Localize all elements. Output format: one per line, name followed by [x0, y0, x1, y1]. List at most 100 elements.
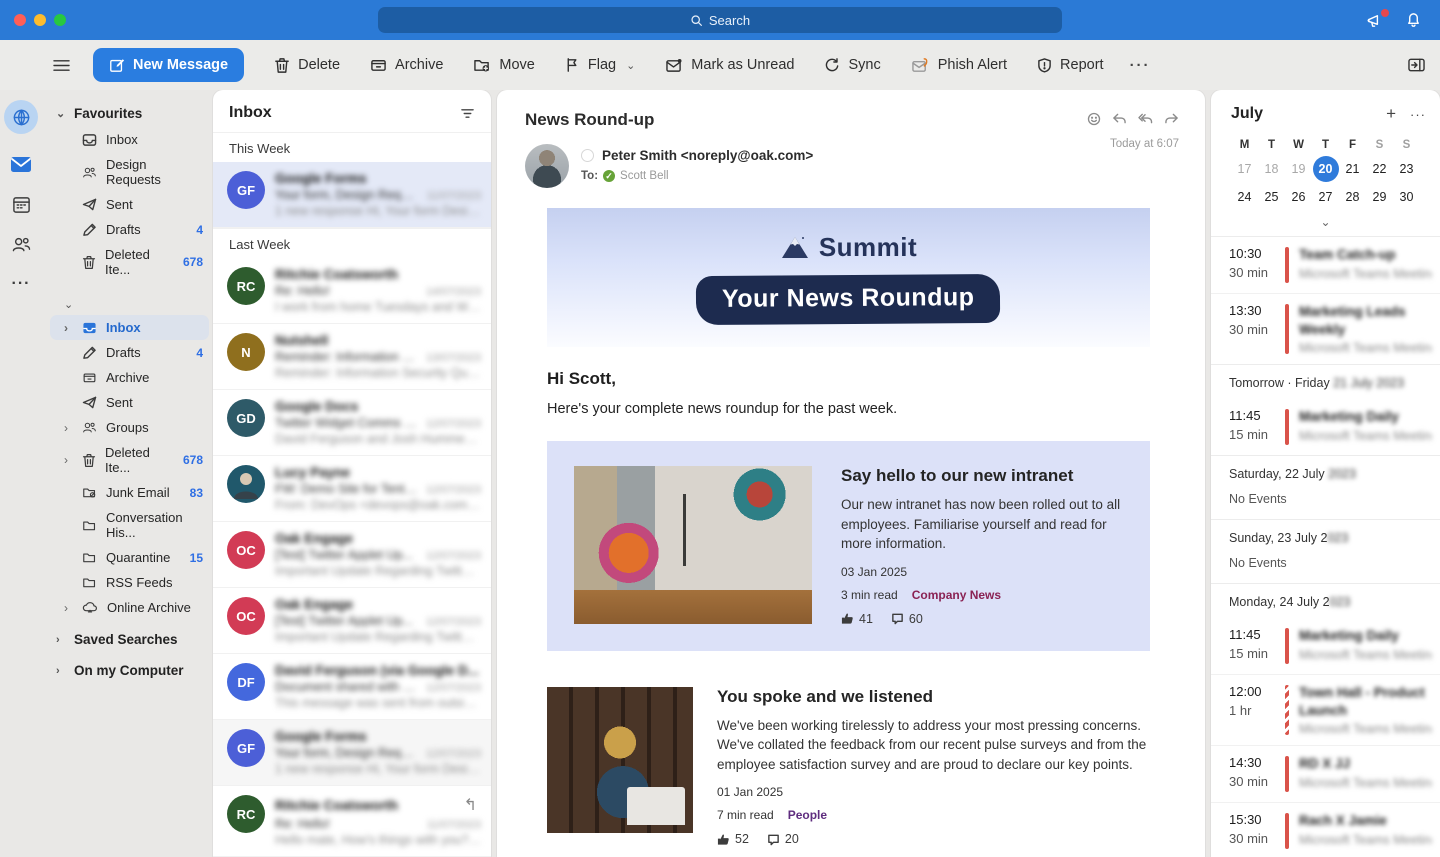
message-row[interactable]: Lucy Payne FW: Demo Site for Tenta...12/… — [213, 456, 491, 522]
sidebar-item-fav-inbox[interactable]: Inbox — [50, 127, 209, 152]
mark-as-unread-button[interactable]: Mark as Unread — [665, 57, 794, 73]
forward-icon[interactable] — [1164, 112, 1179, 126]
featured-article-card[interactable]: Say hello to our new intranet Our new in… — [547, 441, 1150, 651]
day-cell[interactable]: 23 — [1394, 156, 1420, 182]
expand-arrow-icon[interactable]: › — [64, 321, 68, 335]
search-input[interactable]: Search — [378, 7, 1062, 33]
thumbs-up-icon[interactable] — [717, 833, 730, 846]
agenda-event[interactable]: 11:4515 min Marketing DailyMicrosoft Tea… — [1211, 618, 1440, 674]
sidebar-item-deleted[interactable]: › Deleted Ite... 678 — [50, 440, 209, 480]
sync-button[interactable]: Sync — [824, 57, 880, 73]
email-body[interactable]: Summit Your News Roundup Hi Scott, Here'… — [497, 196, 1205, 857]
hamburger-menu-icon[interactable] — [52, 58, 71, 73]
day-cell-selected[interactable]: 20 — [1313, 156, 1339, 182]
phish-alert-button[interactable]: Phish Alert — [911, 57, 1007, 74]
move-button[interactable]: Move — [473, 57, 534, 73]
account-globe-icon[interactable] — [4, 100, 38, 134]
day-cell[interactable]: 27 — [1313, 184, 1339, 210]
message-row[interactable]: N Nutshell Reminder: Information Se...13… — [213, 324, 491, 390]
sidebar-item-conversation-history[interactable]: Conversation His... — [50, 505, 209, 545]
sidebar-item-drafts[interactable]: Drafts 4 — [50, 340, 209, 365]
day-cell[interactable]: 22 — [1367, 156, 1393, 182]
message-row[interactable]: RC Ritchie Coatsworth Re: Hello!14/07/20… — [213, 258, 491, 324]
bell-icon[interactable] — [1405, 11, 1422, 29]
sidebar-item-fav-drafts[interactable]: Drafts 4 — [50, 217, 209, 242]
sidebar-item-fav-sent[interactable]: Sent — [50, 192, 209, 217]
close-window-button[interactable] — [14, 14, 26, 26]
sidebar-item-sent[interactable]: Sent — [50, 390, 209, 415]
message-row[interactable]: DF David Ferguson (via Google D... Docum… — [213, 654, 491, 720]
calendar-module-icon[interactable] — [12, 195, 31, 214]
new-message-button[interactable]: New Message — [93, 48, 244, 82]
reaction-icon[interactable] — [1087, 112, 1101, 126]
thumbs-up-icon[interactable] — [841, 612, 854, 625]
sidebar-item-groups[interactable]: › Groups — [50, 415, 209, 440]
sidebar-item-fav-design-requests[interactable]: Design Requests — [50, 152, 209, 192]
people-module-icon[interactable] — [11, 236, 32, 253]
expand-arrow-icon[interactable]: › — [64, 453, 68, 467]
agenda-event[interactable]: 10:3030 min Team Catch-upMicrosoft Teams… — [1211, 237, 1440, 293]
favourites-section-header[interactable]: ⌄ Favourites — [50, 102, 209, 127]
report-button[interactable]: Report — [1037, 57, 1104, 73]
on-my-computer-section[interactable]: › On my Computer — [50, 651, 209, 682]
mail-module-icon[interactable] — [10, 156, 32, 173]
day-cell[interactable]: 26 — [1286, 184, 1312, 210]
day-cell[interactable]: 28 — [1340, 184, 1366, 210]
sidebar-item-fav-deleted[interactable]: Deleted Ite... 678 — [50, 242, 209, 282]
agenda-event[interactable]: 12:001 hr Town Hall - Product LaunchMicr… — [1211, 674, 1440, 745]
article-category[interactable]: People — [788, 808, 827, 822]
sidebar-item-online-archive[interactable]: › Online Archive — [50, 595, 209, 620]
agenda-event[interactable]: 13:3030 min Marketing Leads WeeklyMicros… — [1211, 293, 1440, 364]
flag-button[interactable]: Flag ⌄ — [565, 57, 635, 73]
sidebar-item-inbox[interactable]: › Inbox — [50, 315, 209, 340]
filter-icon[interactable] — [460, 107, 475, 120]
day-cell[interactable]: 24 — [1232, 184, 1258, 210]
archive-button[interactable]: Archive — [370, 57, 443, 73]
day-cell[interactable]: 19 — [1286, 156, 1312, 182]
calendar-collapse-chevron-icon[interactable]: ⌄ — [1211, 210, 1440, 236]
day-cell[interactable]: 29 — [1367, 184, 1393, 210]
article-title[interactable]: Say hello to our new intranet — [841, 466, 1123, 486]
day-cell[interactable]: 17 — [1232, 156, 1258, 182]
agenda-event[interactable]: 14:3030 min RD X JJMicrosoft Teams Meeti… — [1211, 745, 1440, 802]
saved-searches-section[interactable]: › Saved Searches — [50, 620, 209, 651]
message-row[interactable]: RC Ritchie Coatsworth↰ Re: Hello!11/07/2… — [213, 786, 491, 857]
article-category[interactable]: Company News — [912, 588, 1001, 602]
article-title[interactable]: You spoke and we listened — [717, 687, 1150, 707]
message-row[interactable]: OC Oak Engage [Test] Twitter Applet Up..… — [213, 588, 491, 654]
message-row[interactable]: GD Google Docs Twitter Widget Comms -...… — [213, 390, 491, 456]
select-message-checkbox[interactable] — [581, 149, 594, 162]
article-row[interactable]: You spoke and we listened We've been wor… — [547, 687, 1150, 847]
toolbar-overflow-button[interactable]: ··· — [1130, 57, 1151, 74]
zoom-window-button[interactable] — [54, 14, 66, 26]
sidebar-item-quarantine[interactable]: Quarantine 15 — [50, 545, 209, 570]
comment-icon[interactable] — [767, 833, 780, 846]
sidebar-item-archive[interactable]: Archive — [50, 365, 209, 390]
day-cell[interactable]: 25 — [1259, 184, 1285, 210]
minimize-window-button[interactable] — [34, 14, 46, 26]
calendar-more-icon[interactable]: ··· — [1410, 107, 1426, 122]
expand-arrow-icon[interactable]: › — [64, 421, 68, 435]
reply-icon[interactable] — [1112, 112, 1127, 126]
comment-icon[interactable] — [891, 612, 904, 625]
day-cell[interactable]: 30 — [1394, 184, 1420, 210]
announcements-icon[interactable] — [1366, 12, 1385, 29]
day-cell[interactable]: 18 — [1259, 156, 1285, 182]
agenda-event[interactable]: 11:4515 min Marketing DailyMicrosoft Tea… — [1211, 399, 1440, 455]
message-row[interactable]: GF Google Forms Your form, Design Reque.… — [213, 720, 491, 786]
message-row[interactable]: GF Google Forms Your form, Design Reque.… — [213, 162, 491, 228]
email-to[interactable]: Scott Bell — [620, 170, 669, 182]
more-modules-icon[interactable]: ··· — [12, 275, 31, 293]
agenda-event[interactable]: 15:3030 min Rach X JamieMicrosoft Teams … — [1211, 802, 1440, 857]
account-collapse-chevron-icon[interactable]: ⌄ — [50, 296, 209, 315]
new-event-plus-icon[interactable]: + — [1386, 104, 1396, 124]
flag-dropdown-chevron-icon[interactable]: ⌄ — [626, 59, 635, 72]
delete-button[interactable]: Delete — [274, 57, 340, 74]
expand-arrow-icon[interactable]: › — [64, 601, 68, 615]
sidebar-item-junk[interactable]: Junk Email 83 — [50, 480, 209, 505]
panel-toggle-button[interactable] — [1407, 57, 1426, 73]
day-cell[interactable]: 21 — [1340, 156, 1366, 182]
sidebar-item-rss[interactable]: RSS Feeds — [50, 570, 209, 595]
reply-all-icon[interactable] — [1138, 112, 1153, 126]
message-row[interactable]: OC Oak Engage [Test] Twitter Applet Up..… — [213, 522, 491, 588]
